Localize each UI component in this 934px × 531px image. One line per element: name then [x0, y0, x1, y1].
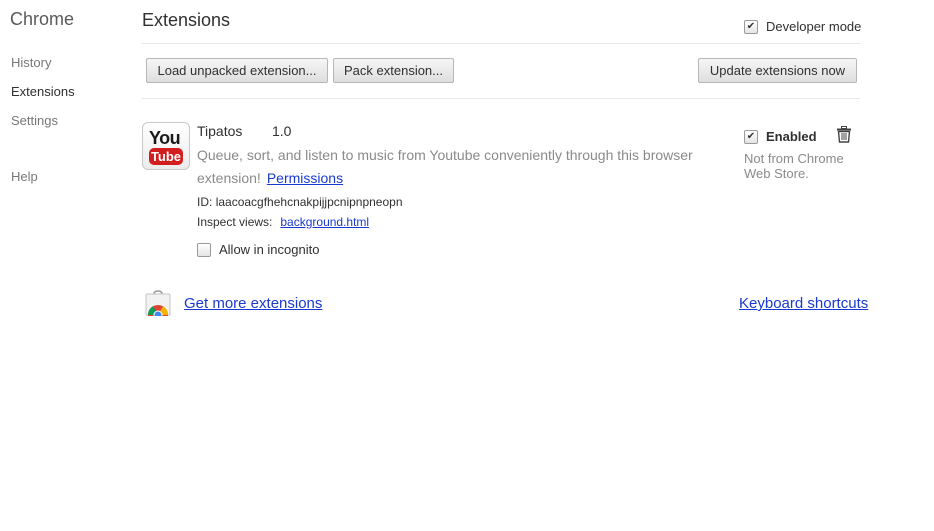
- toolbar-divider: [142, 98, 860, 99]
- enabled-checkbox[interactable]: ✔: [744, 129, 758, 144]
- extension-id-value: laacoacgfhehcnakpijjpcnipnpneopn: [215, 195, 403, 209]
- not-from-store-note: Not from Chrome Web Store.: [744, 151, 844, 181]
- update-extensions-button[interactable]: Update extensions now: [698, 58, 857, 83]
- inspect-views-row: Inspect views: background.html: [197, 215, 369, 229]
- brand-title: Chrome: [10, 9, 75, 29]
- trash-icon[interactable]: [836, 126, 852, 143]
- developer-mode-label: Developer mode: [766, 19, 862, 34]
- chrome-web-store-icon: [145, 290, 171, 316]
- developer-mode-toggle[interactable]: ✔ Developer mode: [744, 19, 861, 34]
- inspect-views-label: Inspect views:: [197, 215, 273, 229]
- keyboard-shortcuts-link[interactable]: Keyboard shortcuts: [739, 295, 868, 312]
- allow-incognito-toggle[interactable]: Allow in incognito: [197, 242, 319, 257]
- background-page-link[interactable]: background.html: [280, 215, 369, 229]
- icon-text-tube: Tube: [149, 148, 183, 165]
- get-more-extensions-link[interactable]: Get more extensions: [184, 295, 322, 312]
- permissions-link[interactable]: Permissions: [267, 170, 343, 186]
- extension-name: Tipatos: [197, 123, 243, 139]
- youtube-logo-icon: You Tube: [142, 122, 190, 170]
- extension-description-block: Queue, sort, and listen to music from Yo…: [197, 144, 717, 190]
- header-divider: [142, 43, 860, 44]
- pack-extension-button[interactable]: Pack extension...: [333, 58, 454, 83]
- sidebar-item-settings[interactable]: Settings: [11, 113, 75, 142]
- extension-version: 1.0: [272, 123, 292, 139]
- sidebar-nav: History Extensions Settings Help: [11, 55, 75, 198]
- enabled-toggle[interactable]: ✔ Enabled: [744, 129, 817, 144]
- sidebar-item-extensions[interactable]: Extensions: [11, 84, 75, 113]
- extension-id-label: ID:: [197, 195, 213, 209]
- page-title: Extensions: [142, 10, 231, 30]
- developer-mode-checkbox[interactable]: ✔: [744, 19, 758, 34]
- icon-text-you: You: [149, 128, 181, 148]
- allow-incognito-checkbox[interactable]: [197, 242, 211, 257]
- sidebar-item-help[interactable]: Help: [11, 169, 75, 198]
- load-unpacked-button[interactable]: Load unpacked extension...: [146, 58, 328, 83]
- sidebar-item-history[interactable]: History: [11, 55, 75, 84]
- allow-incognito-label: Allow in incognito: [219, 242, 320, 257]
- enabled-label: Enabled: [766, 129, 817, 144]
- extension-id-row: ID: laacoacgfhehcnakpijjpcnipnpneopn: [197, 195, 403, 209]
